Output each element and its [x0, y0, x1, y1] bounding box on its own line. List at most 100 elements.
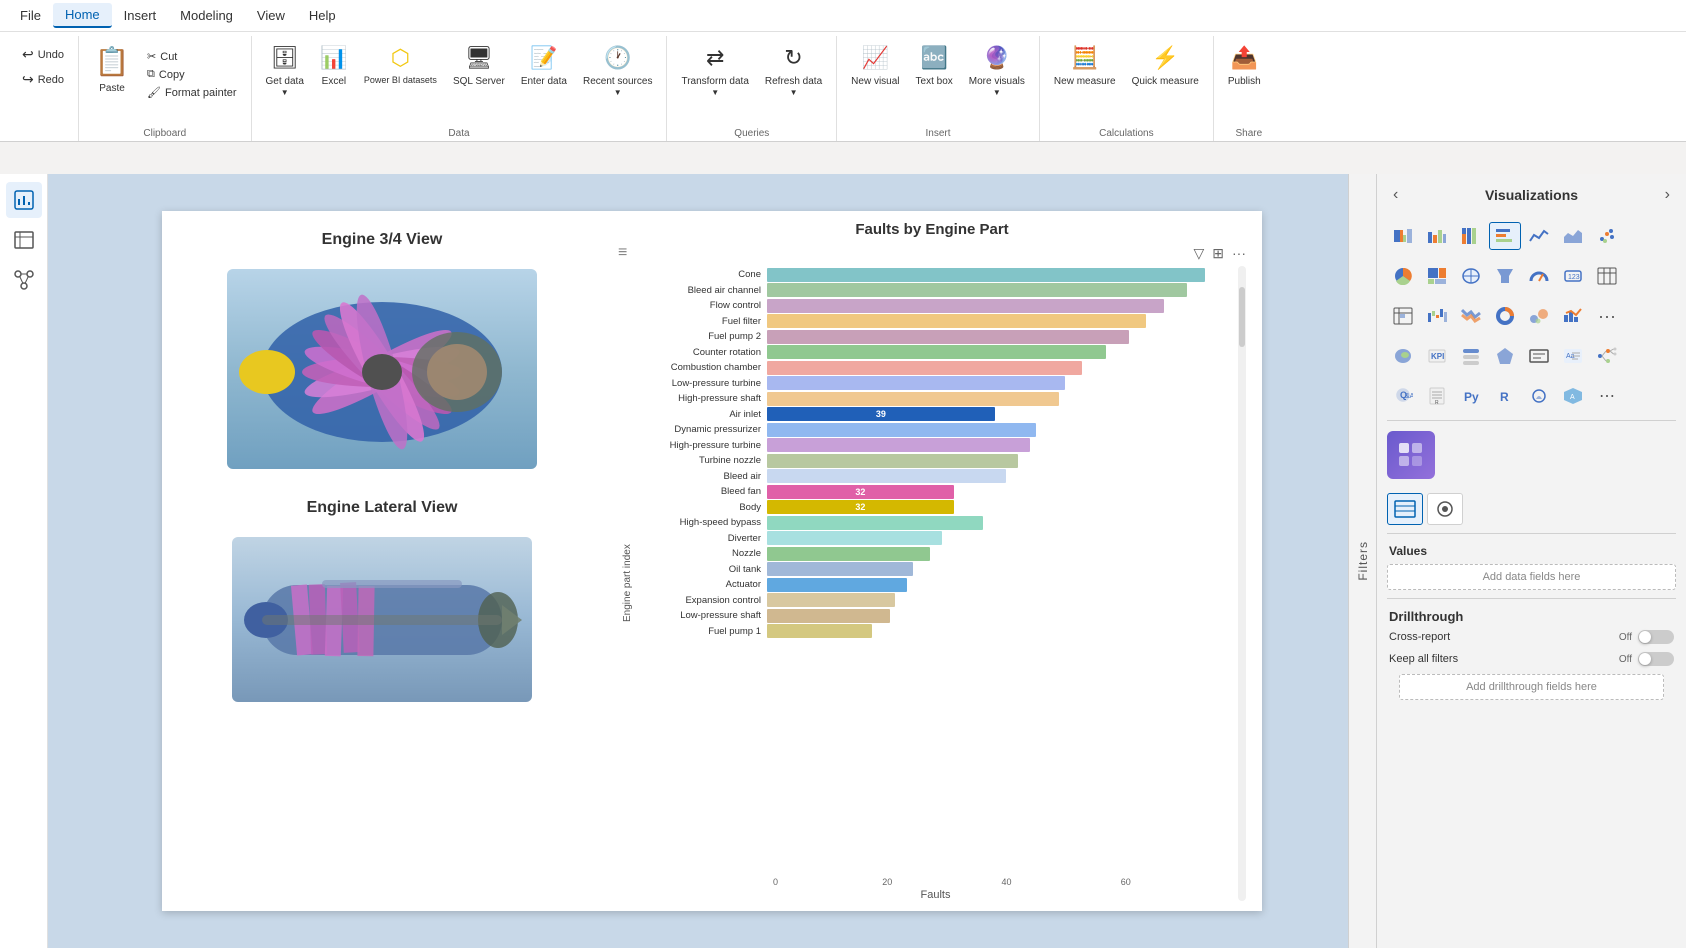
cut-button[interactable]: ✂ Cut [141, 48, 243, 65]
recent-sources-button[interactable]: 🕐 Recent sources ▼ [577, 40, 658, 102]
viz-qna[interactable]: Q&A [1387, 382, 1419, 410]
viz-format-icon[interactable] [1427, 493, 1463, 525]
get-data-button[interactable]: 🗄 Get data ▼ [260, 40, 310, 102]
menu-home[interactable]: Home [53, 3, 112, 28]
transform-data-button[interactable]: ⇄ Transform data ▼ [675, 40, 754, 102]
cross-report-toggle[interactable]: Off [1619, 630, 1674, 644]
viz-custom[interactable]: ⋯ [1591, 382, 1623, 410]
viz-special-icon[interactable] [1387, 431, 1435, 479]
refresh-data-button[interactable]: ↻ Refresh data ▼ [759, 40, 828, 102]
paste-button[interactable]: 📋 Paste [87, 40, 137, 99]
viz-more[interactable]: ··· [1591, 302, 1623, 330]
menu-modeling[interactable]: Modeling [168, 4, 245, 27]
bar-row: Actuator [637, 578, 1234, 592]
new-measure-button[interactable]: 🧮 New measure [1048, 40, 1122, 92]
excel-button[interactable]: 📊 Excel [314, 40, 354, 92]
viz-card[interactable]: 123 [1557, 262, 1589, 290]
viz-shape-map[interactable] [1489, 342, 1521, 370]
more-visuals-button[interactable]: 🔮 More visuals ▼ [963, 40, 1031, 102]
viz-ribbon[interactable] [1455, 302, 1487, 330]
quick-measure-button[interactable]: ⚡ Quick measure [1126, 40, 1205, 92]
powerbi-datasets-button[interactable]: ⬡ Power BI datasets [358, 40, 443, 90]
viz-map[interactable] [1455, 262, 1487, 290]
sidebar-model-icon[interactable] [6, 262, 42, 298]
chart-expand-icon[interactable]: ⊞ [1212, 245, 1224, 262]
chart-scrollbar[interactable] [1238, 266, 1246, 901]
menu-view[interactable]: View [245, 4, 297, 27]
chart-filter-icon[interactable]: ▽ [1193, 245, 1204, 262]
viz-textbox[interactable] [1523, 342, 1555, 370]
menu-insert[interactable]: Insert [112, 4, 169, 27]
bars-container: ConeBleed air channelFlow controlFuel fi… [637, 266, 1234, 875]
viz-decomp-tree[interactable] [1591, 342, 1623, 370]
text-box-button[interactable]: 🔤 Text box [910, 40, 959, 92]
viz-slicer[interactable] [1455, 342, 1487, 370]
viz-funnel[interactable] [1489, 262, 1521, 290]
copy-button[interactable]: ⧉ Copy [141, 66, 243, 83]
viz-grouped-bar[interactable] [1421, 222, 1453, 250]
viz-scatter[interactable] [1591, 222, 1623, 250]
viz-gauge[interactable] [1523, 262, 1555, 290]
viz-area[interactable] [1557, 222, 1589, 250]
viz-stacked-bar[interactable] [1387, 222, 1419, 250]
viz-filled-map[interactable] [1387, 342, 1419, 370]
viz-grid-2: 123 [1377, 256, 1686, 296]
collapse-right-button[interactable]: › [1661, 182, 1674, 208]
bar-row: Nozzle [637, 547, 1234, 561]
viz-paginated[interactable]: R [1421, 382, 1453, 410]
publish-button[interactable]: 📤 Publish [1222, 40, 1267, 92]
viz-table[interactable] [1591, 262, 1623, 290]
more-visuals-icon: 🔮 [983, 44, 1010, 73]
viz-horizontal-bar[interactable] [1489, 222, 1521, 250]
cross-report-track[interactable] [1638, 630, 1674, 644]
menu-help[interactable]: Help [297, 4, 348, 27]
x-axis: 0 20 40 60 [637, 877, 1234, 887]
viz-ai-insights[interactable] [1523, 382, 1555, 410]
viz-smart-narr[interactable]: Aa [1557, 342, 1589, 370]
enter-data-button[interactable]: 📝 Enter data [515, 40, 573, 92]
viz-pie[interactable] [1387, 262, 1419, 290]
keep-filters-off-label: Off [1619, 654, 1632, 665]
viz-bubble[interactable] [1523, 302, 1555, 330]
viz-r-script[interactable]: R [1489, 382, 1521, 410]
redo-button[interactable]: ↪ Redo [16, 69, 70, 90]
chart-wrapper: ConeBleed air channelFlow controlFuel fi… [637, 266, 1234, 901]
keep-filters-toggle[interactable]: Off [1619, 652, 1674, 666]
viz-kpi[interactable]: KPI [1421, 342, 1453, 370]
viz-line[interactable] [1523, 222, 1555, 250]
sidebar-data-icon[interactable] [6, 222, 42, 258]
chart-panel: Faults by Engine Part ≡ ▽ ⊞ ··· Engine p… [602, 211, 1262, 911]
collapse-left-button[interactable]: ‹ [1389, 182, 1402, 208]
viz-waterfall[interactable] [1421, 302, 1453, 330]
svg-text:Py: Py [1464, 390, 1479, 404]
viz-100-bar[interactable] [1455, 222, 1487, 250]
menu-file[interactable]: File [8, 4, 53, 27]
keep-filters-track[interactable] [1638, 652, 1674, 666]
chart-scrollbar-thumb[interactable] [1239, 287, 1245, 347]
keep-filters-label: Keep all filters [1389, 653, 1458, 665]
svg-text:R: R [1500, 390, 1509, 404]
copy-icon: ⧉ [147, 68, 155, 81]
undo-button[interactable]: ↩ Undo [16, 44, 70, 65]
sidebar-report-icon[interactable] [6, 182, 42, 218]
viz-matrix[interactable] [1387, 302, 1419, 330]
sql-server-button[interactable]: 🖥 SQL Server [447, 40, 511, 92]
viz-sub-section [1377, 485, 1686, 529]
new-visual-button[interactable]: 📈 New visual [845, 40, 905, 92]
filters-label[interactable]: Filters [1356, 541, 1370, 581]
chart-more-icon[interactable]: ··· [1232, 245, 1246, 261]
add-drillthrough-fields-box[interactable]: Add drillthrough fields here [1399, 674, 1664, 700]
bar-row: Low-pressure shaft [637, 609, 1234, 623]
viz-treemap[interactable] [1421, 262, 1453, 290]
viz-combo[interactable] [1557, 302, 1589, 330]
format-painter-button[interactable]: 🖌 Format painter [141, 84, 243, 101]
cross-report-row: Cross-report Off [1389, 630, 1674, 644]
add-data-fields-box[interactable]: Add data fields here [1387, 564, 1676, 590]
undo-icon: ↩ [22, 46, 34, 63]
viz-azure-maps[interactable]: A [1557, 382, 1589, 410]
new-visual-icon: 📈 [862, 44, 889, 73]
viz-divider-2 [1387, 533, 1676, 534]
viz-field-wells-icon[interactable] [1387, 493, 1423, 525]
viz-donut[interactable] [1489, 302, 1521, 330]
viz-python[interactable]: Py [1455, 382, 1487, 410]
